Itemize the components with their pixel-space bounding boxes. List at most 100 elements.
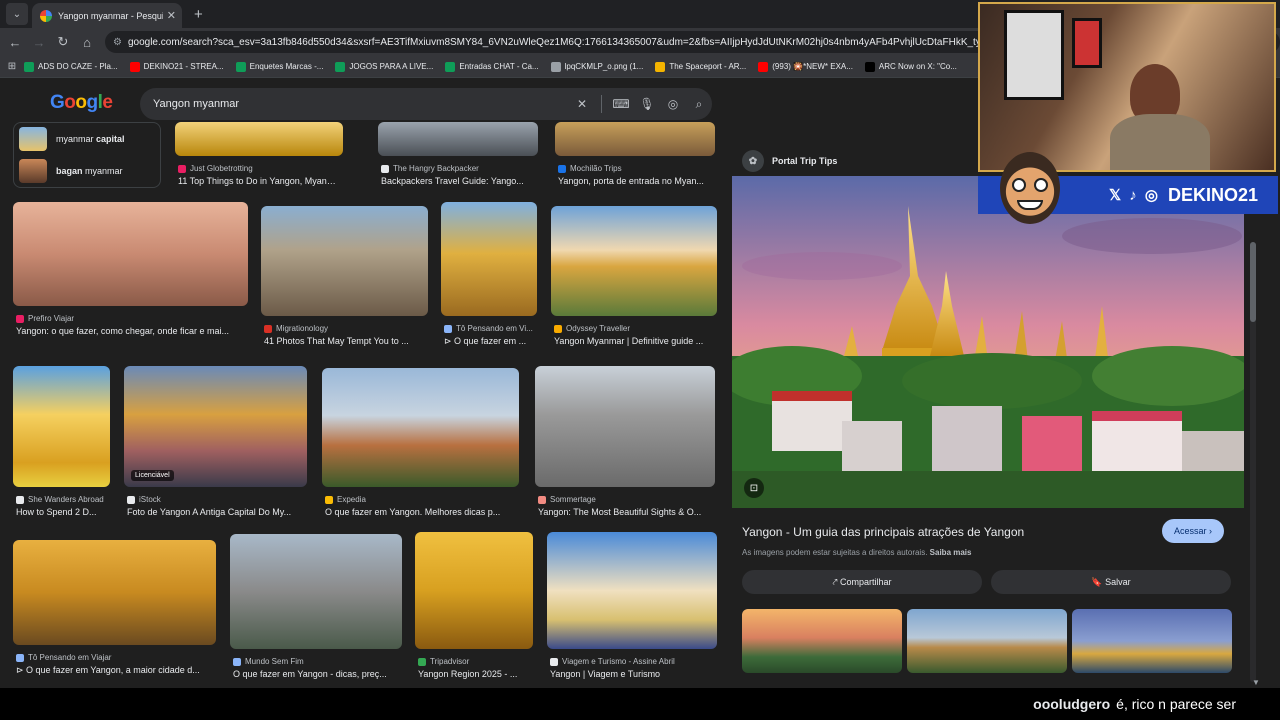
image-result-card[interactable]: Mundo Sem Fim O que fazer em Yangon - dic… <box>230 534 402 685</box>
result-thumbnail[interactable] <box>13 202 248 306</box>
image-result-card[interactable]: Licenciável iStock Foto de Yangon A Antiga… <box>124 366 307 523</box>
google-logo[interactable]: Google <box>50 92 113 114</box>
scroll-down-icon[interactable]: ▼ <box>1252 678 1260 687</box>
bookmark-item[interactable]: JOGOS PARA A LIVE... <box>335 61 433 72</box>
site-info-icon[interactable]: ⚙ <box>113 37 122 48</box>
image-result-card[interactable]: She Wanders Abroad How to Spend 2 D... <box>13 366 110 523</box>
result-thumbnail[interactable] <box>441 202 537 316</box>
related-image-thumbnail[interactable] <box>1072 609 1232 673</box>
close-tab-icon[interactable]: ✕ <box>167 9 176 22</box>
related-search-item[interactable]: bagan myanmar <box>14 155 160 187</box>
result-thumbnail[interactable] <box>13 540 216 645</box>
image-result-card[interactable]: Just Globetrotting 11 Top Things to Do in… <box>175 122 343 192</box>
visit-button[interactable]: Acessar › <box>1162 519 1225 543</box>
result-source[interactable]: Prefiro Viajar <box>16 314 245 323</box>
search-input[interactable]: Yangon myanmar <box>153 98 569 110</box>
bookmark-item[interactable]: Enquetes Marcas -... <box>235 61 323 72</box>
image-result-card[interactable]: Odyssey Traveller Yangon Myanmar | Defini… <box>551 206 717 352</box>
preview-image[interactable]: ⊡ <box>732 176 1244 508</box>
bookmark-item[interactable]: DEKINO21 - STREA... <box>129 61 224 72</box>
image-result-card[interactable]: Viagem e Turismo - Assine Abril Yangon | … <box>547 532 717 685</box>
result-caption[interactable]: 11 Top Things to Do in Yangon, Myanmar <box>178 176 340 186</box>
related-search-item[interactable]: myanmar capital <box>14 123 160 155</box>
search-icon[interactable]: ⌕ <box>686 97 712 112</box>
result-thumbnail[interactable] <box>13 366 110 487</box>
result-caption[interactable]: Yangon Myanmar | Definitive guide ... <box>554 336 714 346</box>
learn-more-link[interactable]: Saiba mais <box>930 548 972 557</box>
microphone-icon[interactable]: 🎙 <box>634 97 660 111</box>
reload-button[interactable]: ↻ <box>51 34 75 50</box>
result-source[interactable]: Expedia <box>325 495 516 504</box>
image-result-card[interactable]: The Hangry Backpacker Backpackers Travel … <box>378 122 538 192</box>
result-source[interactable]: Tripadvisor <box>418 657 530 666</box>
result-thumbnail[interactable] <box>378 122 538 156</box>
result-source[interactable]: She Wanders Abroad <box>16 495 107 504</box>
result-source[interactable]: iStock <box>127 495 304 504</box>
home-button[interactable]: ⌂ <box>75 35 99 50</box>
save-button[interactable]: 🔖 Salvar <box>991 570 1231 594</box>
image-result-card[interactable]: Prefiro Viajar Yangon: o que fazer, como … <box>13 202 248 342</box>
apps-grid-icon[interactable]: ⊞ <box>0 61 24 72</box>
result-caption[interactable]: Yangon Region 2025 - ... <box>418 669 530 679</box>
visual-search-icon[interactable]: ⊡ <box>744 478 764 498</box>
result-caption[interactable]: O que fazer em Yangon. Melhores dicas p.… <box>325 507 516 517</box>
panel-scroll-thumb[interactable] <box>1250 242 1256 322</box>
result-source[interactable]: Odyssey Traveller <box>554 324 714 333</box>
result-thumbnail[interactable] <box>175 122 343 156</box>
keyboard-icon[interactable]: ⌨ <box>608 97 634 111</box>
bookmark-item[interactable]: The Spaceport - AR... <box>655 61 746 72</box>
result-source[interactable]: Mochilão Trips <box>558 164 712 173</box>
share-button[interactable]: ⤤ Compartilhar <box>742 570 982 594</box>
result-source[interactable]: Viagem e Turismo - Assine Abril <box>550 657 714 666</box>
result-source[interactable]: Sommertage <box>538 495 712 504</box>
result-thumbnail[interactable] <box>551 206 717 316</box>
result-caption[interactable]: How to Spend 2 D... <box>16 507 107 517</box>
result-thumbnail[interactable] <box>230 534 402 649</box>
bookmark-item[interactable]: ADS DO CAZE - Pla... <box>24 61 118 72</box>
tab-active[interactable]: Yangon myanmar - Pesquisa Go ✕ <box>32 3 182 28</box>
result-source[interactable]: Tô Pensando em Viajar <box>16 653 213 662</box>
result-thumbnail[interactable] <box>261 206 428 316</box>
image-result-card[interactable]: Expedia O que fazer em Yangon. Melhores d… <box>322 368 519 523</box>
result-thumbnail[interactable] <box>547 532 717 649</box>
result-caption[interactable]: 41 Photos That May Tempt You to ... <box>264 336 425 346</box>
image-result-card[interactable]: Tô Pensando em Viajar ⊳ O que fazer em Ya… <box>13 540 216 681</box>
result-caption[interactable]: O que fazer em Yangon - dicas, preç... <box>233 669 399 679</box>
preview-title[interactable]: Yangon - Um guia das principais atrações… <box>742 525 1024 539</box>
result-thumbnail[interactable]: Licenciável <box>124 366 307 487</box>
preview-source[interactable]: ✿ Portal Trip Tips <box>742 150 837 172</box>
result-thumbnail[interactable] <box>535 366 715 487</box>
result-source[interactable]: Just Globetrotting <box>178 164 340 173</box>
lens-icon[interactable]: ◎ <box>660 97 686 111</box>
result-source[interactable]: Migrationology <box>264 324 425 333</box>
related-image-thumbnail[interactable] <box>907 609 1067 673</box>
bookmark-item[interactable]: Entradas CHAT - Ca... <box>445 61 539 72</box>
result-caption[interactable]: Yangon: The Most Beautiful Sights & O... <box>538 507 712 517</box>
result-thumbnail[interactable] <box>555 122 715 156</box>
image-result-card[interactable]: Migrationology 41 Photos That May Tempt Y… <box>261 206 428 352</box>
bookmark-item[interactable]: lpqCKMLP_o.png (1... <box>550 61 643 72</box>
image-result-card[interactable]: Mochilão Trips Yangon, porta de entrada n… <box>555 122 715 192</box>
result-caption[interactable]: Yangon: o que fazer, como chegar, onde f… <box>16 326 245 336</box>
new-tab-button[interactable]: + <box>194 6 203 23</box>
forward-button[interactable]: → <box>27 35 51 50</box>
result-source[interactable]: The Hangry Backpacker <box>381 164 535 173</box>
result-caption[interactable]: ⊳ O que fazer em ... <box>444 336 534 347</box>
image-result-card[interactable]: Tripadvisor Yangon Region 2025 - ... <box>415 532 533 685</box>
bookmark-item[interactable]: ARC Now on X: "Co... <box>864 61 957 72</box>
result-source[interactable]: Tô Pensando em Vi... <box>444 324 534 333</box>
image-result-card[interactable]: Sommertage Yangon: The Most Beautiful Sig… <box>535 366 715 523</box>
clear-search-icon[interactable]: ✕ <box>569 97 595 111</box>
result-caption[interactable]: Foto de Yangon A Antiga Capital Do My... <box>127 507 304 517</box>
image-result-card[interactable]: Tô Pensando em Vi... ⊳ O que fazer em ... <box>441 202 537 352</box>
bookmark-item[interactable]: (993) 🎇*NEW* EXA... <box>758 61 853 72</box>
related-image-thumbnail[interactable] <box>742 609 902 673</box>
result-source[interactable]: Mundo Sem Fim <box>233 657 399 666</box>
back-button[interactable]: ← <box>3 35 27 50</box>
tab-search-button[interactable]: ⌄ <box>6 3 28 25</box>
result-caption[interactable]: ⊳ O que fazer em Yangon, a maior cidade … <box>16 665 213 676</box>
result-caption[interactable]: Yangon | Viagem e Turismo <box>550 669 714 679</box>
result-caption[interactable]: Backpackers Travel Guide: Yango... <box>381 176 535 186</box>
result-caption[interactable]: Yangon, porta de entrada no Myan... <box>558 176 712 186</box>
result-thumbnail[interactable] <box>415 532 533 649</box>
